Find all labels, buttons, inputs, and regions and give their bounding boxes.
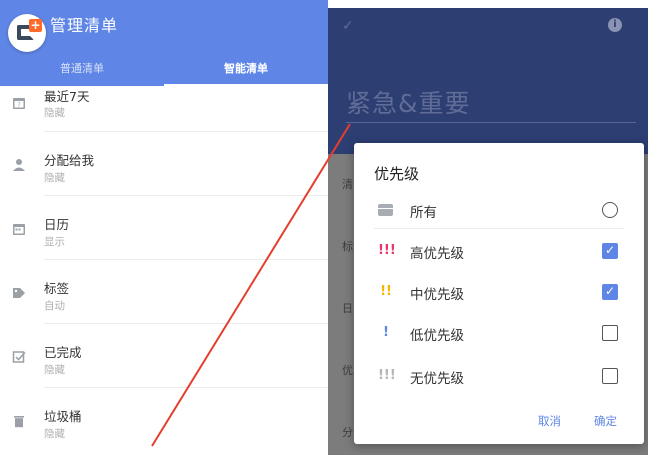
option-medium[interactable]: !! 中优先级 ✓ xyxy=(354,272,644,312)
ok-button[interactable]: 确定 xyxy=(594,413,617,429)
smart-list: 7 最近7天 隐藏 分配给我 隐藏 日历 显示 标签 自动 已完成 隐藏 垃圾桶… xyxy=(0,86,328,452)
option-checkbox[interactable] xyxy=(602,368,618,384)
no-priority-icon: !!! xyxy=(378,368,396,383)
dialog-title: 优先级 xyxy=(374,165,420,183)
option-low[interactable]: ! 低优先级 xyxy=(354,313,644,353)
option-checkbox[interactable]: ✓ xyxy=(602,243,618,259)
add-list-icon[interactable]: + xyxy=(8,14,46,52)
list-item-status: 自动 xyxy=(44,300,65,312)
option-all[interactable]: 所有 xyxy=(354,190,644,230)
calendar-7-icon: 7 xyxy=(13,98,25,109)
option-label: 无优先级 xyxy=(410,371,464,387)
low-priority-icon: ! xyxy=(383,325,389,340)
option-label: 中优先级 xyxy=(410,287,464,303)
background-label: 优 xyxy=(342,364,353,377)
person-icon xyxy=(13,159,25,171)
tab-smart-lists[interactable]: 智能清单 xyxy=(164,56,328,86)
list-item-status: 隐藏 xyxy=(44,172,65,184)
check-icon[interactable]: ✓ xyxy=(342,18,354,34)
background-label: 分 xyxy=(342,426,353,439)
option-label: 高优先级 xyxy=(410,246,464,262)
list-item-recent7[interactable]: 7 最近7天 隐藏 xyxy=(0,86,328,132)
list-item-title: 最近7天 xyxy=(44,89,90,104)
tab-normal-lists[interactable]: 普通清单 xyxy=(0,56,164,86)
option-none[interactable]: !!! 无优先级 xyxy=(354,356,644,396)
list-item-status: 隐藏 xyxy=(44,364,65,376)
title-underline xyxy=(346,122,636,123)
list-item-status: 隐藏 xyxy=(44,107,65,119)
tag-icon xyxy=(13,288,25,298)
list-item-title: 日历 xyxy=(44,217,70,232)
list-item-completed[interactable]: 已完成 隐藏 xyxy=(0,324,328,388)
list-item-title: 垃圾桶 xyxy=(44,409,82,424)
list-item-tags[interactable]: 标签 自动 xyxy=(0,260,328,324)
cancel-button[interactable]: 取消 xyxy=(538,413,561,429)
trash-icon xyxy=(14,416,24,428)
list-item-title: 已完成 xyxy=(44,345,82,360)
option-checkbox[interactable] xyxy=(602,325,618,341)
priority-dialog: 优先级 所有 !!! 高优先级 ✓ !! 中优先级 ✓ ! 低优先级 !!! 无… xyxy=(354,143,644,444)
svg-text:7: 7 xyxy=(17,103,21,109)
info-icon[interactable]: i xyxy=(608,18,622,32)
background-label: 日 xyxy=(342,302,353,315)
left-screen: + 管理清单 普通清单 智能清单 7 最近7天 隐藏 分配给我 隐藏 日历 显示… xyxy=(0,0,328,455)
list-item-status: 隐藏 xyxy=(44,428,65,440)
medium-priority-icon: !! xyxy=(380,284,392,299)
option-radio[interactable] xyxy=(602,202,618,218)
calendar-icon xyxy=(13,224,25,235)
option-checkbox[interactable]: ✓ xyxy=(602,284,618,300)
background-label: 清 xyxy=(342,178,353,191)
list-item-assigned[interactable]: 分配给我 隐藏 xyxy=(0,132,328,196)
divider xyxy=(374,228,624,229)
page-title: 管理清单 xyxy=(50,16,119,35)
check-box-icon xyxy=(12,351,26,363)
high-priority-icon: !!! xyxy=(378,243,396,258)
list-item-status: 显示 xyxy=(44,236,65,248)
list-item-title: 分配给我 xyxy=(44,153,95,168)
option-label: 所有 xyxy=(410,205,437,221)
inbox-icon xyxy=(378,204,393,216)
background-label: 标 xyxy=(342,240,353,253)
option-high[interactable]: !!! 高优先级 ✓ xyxy=(354,231,644,271)
app-bar: + 管理清单 普通清单 智能清单 xyxy=(0,0,328,86)
smart-list-name[interactable]: 紧急&重要 xyxy=(346,84,471,120)
list-item-trash[interactable]: 垃圾桶 隐藏 xyxy=(0,388,328,452)
option-label: 低优先级 xyxy=(410,328,464,344)
list-item-calendar[interactable]: 日历 显示 xyxy=(0,196,328,260)
list-item-title: 标签 xyxy=(44,281,70,296)
edit-header: ✓ i 紧急&重要 xyxy=(328,8,648,154)
